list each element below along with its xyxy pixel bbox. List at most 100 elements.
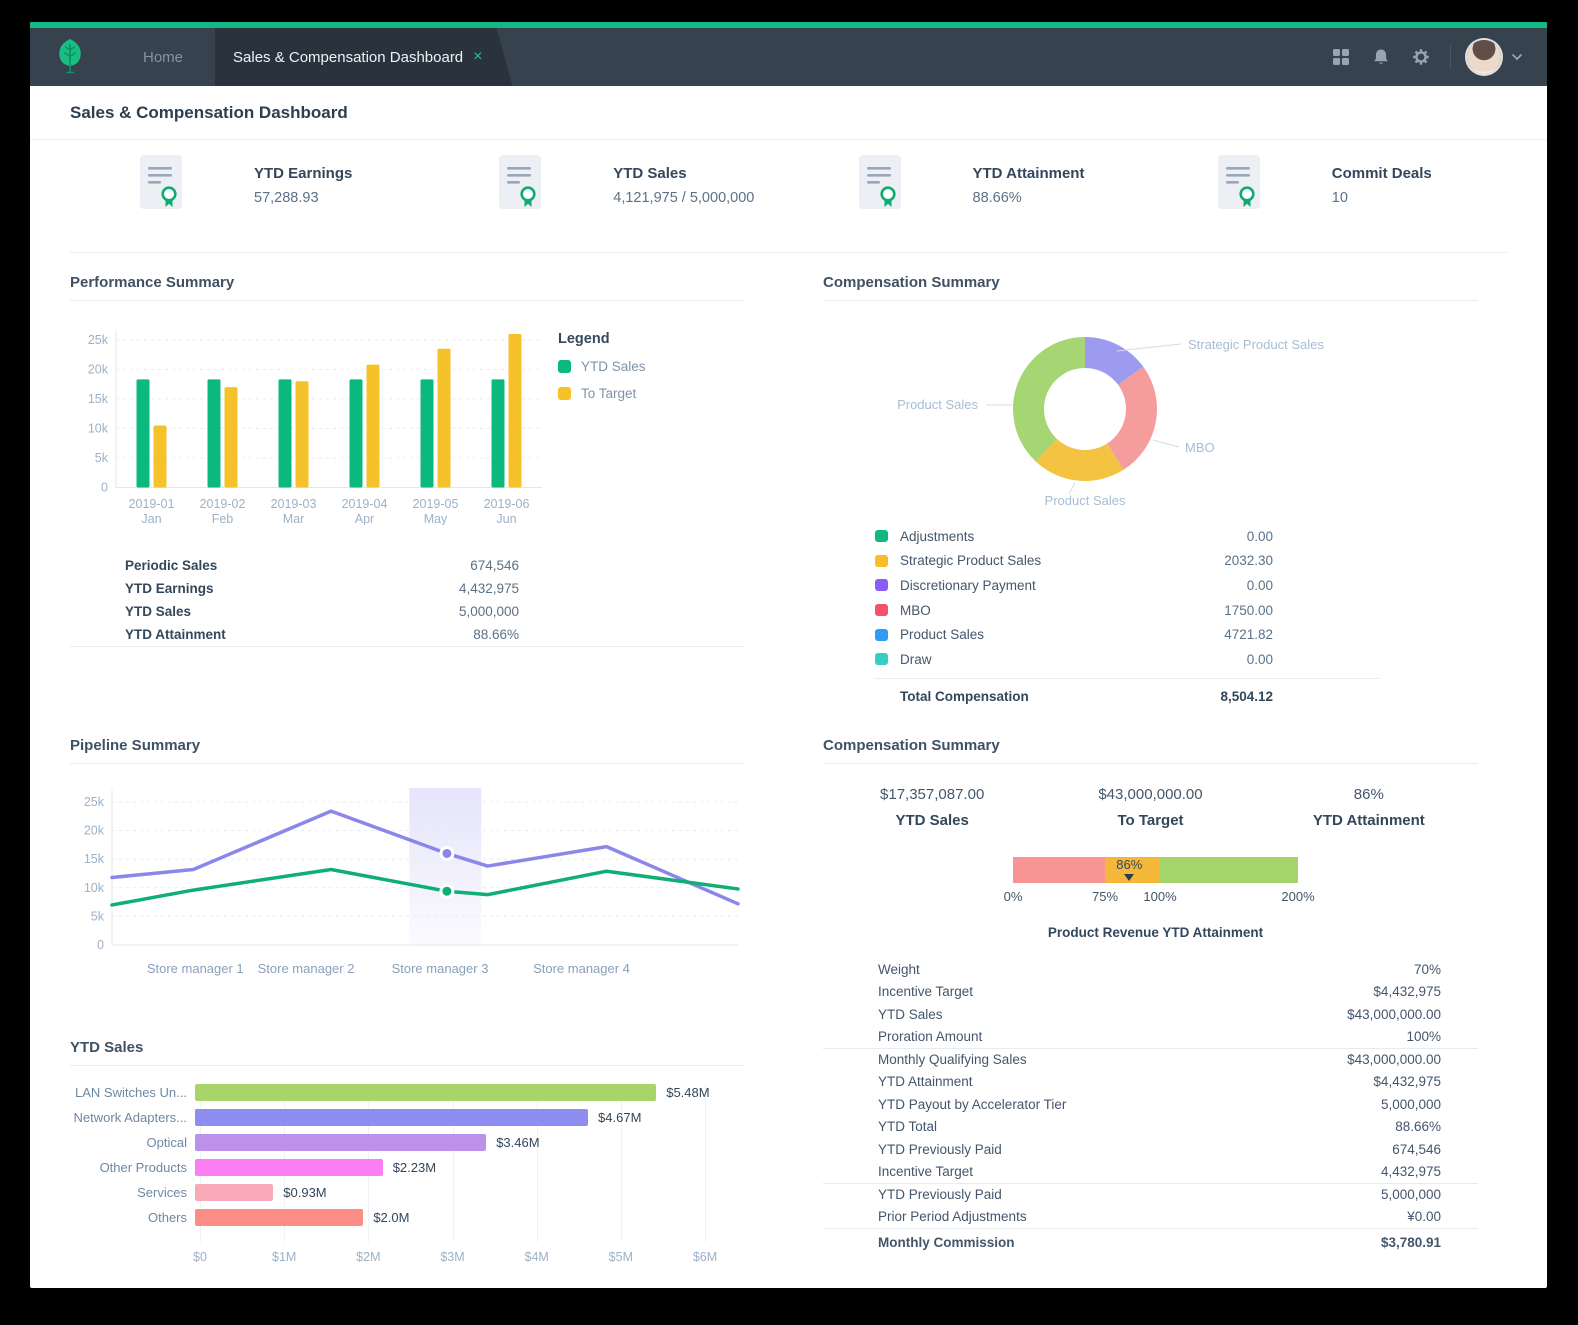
nav-tab-active[interactable]: Sales & Compensation Dashboard × bbox=[215, 28, 512, 86]
svg-text:15k: 15k bbox=[84, 852, 105, 866]
legend-item-to-target[interactable]: To Target bbox=[558, 386, 646, 401]
kpi-value: 4,121,975 / 5,000,000 bbox=[613, 190, 755, 206]
kpi-label: YTD Attainment bbox=[972, 165, 1085, 182]
svg-text:2019-02: 2019-02 bbox=[200, 497, 246, 511]
row-value: $43,000,000.00 bbox=[1347, 1052, 1441, 1067]
bar-category-label: LAN Switches Un... bbox=[75, 1085, 187, 1100]
x-axis-tick: $5M bbox=[608, 1250, 633, 1264]
bar-value-label: $4.67M bbox=[598, 1110, 642, 1125]
screen-background: Home Sales & Compensation Dashboard × Sa… bbox=[0, 0, 1578, 1325]
bar-value-label: $0.93M bbox=[283, 1185, 327, 1200]
kpi-ytd-attainment: YTD Attainment 88.66% bbox=[789, 155, 1148, 252]
section-compensation-summary-donut: Compensation Summary Strategic Product S… bbox=[823, 274, 1478, 737]
row-value: 70% bbox=[1413, 961, 1441, 977]
table-row: YTD Previously Paid 5,000,000 bbox=[823, 1183, 1478, 1206]
section-pipeline-summary: Pipeline Summary 0 5k 10k 15k 20k 25k Store ma… bbox=[70, 737, 745, 997]
gauge-segment bbox=[1160, 857, 1298, 883]
navbar-divider bbox=[1450, 45, 1451, 69]
bar-row[interactable]: Network Adapters... $4.67M bbox=[70, 1109, 745, 1126]
stat-label: YTD Attainment bbox=[1312, 812, 1425, 829]
section-ytd-sales: YTD Sales $0 $1M $2M $3M $4M $5M $6M LAN Switch… bbox=[70, 1039, 745, 1276]
legend-item-adjustments[interactable]: Adjustments 0.00 bbox=[875, 524, 1380, 549]
user-avatar[interactable] bbox=[1467, 40, 1501, 74]
svg-text:May: May bbox=[424, 512, 448, 525]
app-logo-tree-icon[interactable] bbox=[55, 37, 85, 77]
settings-gear-icon[interactable] bbox=[1412, 48, 1430, 66]
performance-bar-chart[interactable]: 0 5k 10k 15k 20k 25k 2019-01 Jan 2019-02 Feb 2019-… bbox=[70, 317, 552, 530]
bar[interactable] bbox=[195, 1184, 274, 1201]
legend-swatch bbox=[875, 653, 888, 666]
row-label: Proration Amount bbox=[823, 1025, 1249, 1049]
svg-text:25k: 25k bbox=[84, 795, 105, 809]
attainment-gauge[interactable]: 86% 0% 75% 100% 200% bbox=[1004, 857, 1315, 911]
pipeline-line-chart[interactable]: 0 5k 10k 15k 20k 25k Store manager 1 Store mana… bbox=[70, 780, 745, 997]
ytd-sales-bar-chart[interactable]: $0 $1M $2M $3M $4M $5M $6M LAN Switches Un... $5… bbox=[70, 1084, 745, 1276]
section-title: Compensation Summary bbox=[823, 737, 1478, 764]
page-title: Sales & Compensation Dashboard bbox=[70, 102, 348, 122]
legend-title: Legend bbox=[558, 331, 610, 347]
bar-row[interactable]: Other Products $2.23M bbox=[70, 1159, 745, 1176]
legend-swatch bbox=[558, 360, 571, 373]
row-label: YTD Sales bbox=[125, 604, 192, 619]
row-label: Incentive Target bbox=[878, 984, 974, 1000]
svg-text:2019-06: 2019-06 bbox=[484, 497, 530, 511]
legend-value: 0.00 bbox=[1246, 651, 1273, 667]
gauge-tick-label: 200% bbox=[1281, 889, 1315, 904]
table-row: YTD Total 88.66% bbox=[823, 1116, 1478, 1139]
bar-row[interactable]: LAN Switches Un... $5.48M bbox=[70, 1084, 745, 1101]
svg-text:Feb: Feb bbox=[212, 512, 234, 525]
table-row: Incentive Target 4,432,975 bbox=[823, 1160, 1478, 1184]
compensation-detail-table: Weight 70% Incentive Target $4,432,975 YTD… bbox=[823, 958, 1478, 1256]
row-label: YTD Previously Paid bbox=[878, 1141, 1002, 1157]
bar-value-label: $2.0M bbox=[373, 1210, 410, 1225]
bar[interactable] bbox=[195, 1134, 487, 1151]
stat-label: To Target bbox=[1117, 812, 1184, 829]
app-window: Home Sales & Compensation Dashboard × Sa… bbox=[30, 22, 1547, 1288]
donut-legend-table: Adjustments 0.00 Strategic Product Sales 2… bbox=[875, 524, 1380, 704]
apps-grid-icon[interactable] bbox=[1332, 48, 1350, 66]
svg-text:Jun: Jun bbox=[496, 512, 516, 525]
bar[interactable] bbox=[195, 1109, 589, 1126]
certificate-doc-icon bbox=[499, 155, 542, 209]
total-compensation-row: Total Compensation 8,504.12 bbox=[875, 677, 1380, 704]
svg-text:10k: 10k bbox=[84, 881, 105, 895]
kpi-ytd-earnings: YTD Earnings 57,288.93 bbox=[70, 155, 429, 252]
svg-text:MBO: MBO bbox=[1185, 440, 1215, 455]
row-value: 674,546 bbox=[1392, 1141, 1441, 1157]
x-axis-tick: $2M bbox=[356, 1250, 381, 1264]
kpi-label: YTD Sales bbox=[613, 165, 687, 182]
svg-text:Store manager 4: Store manager 4 bbox=[533, 961, 630, 976]
stat-value: 86% bbox=[1353, 786, 1384, 803]
svg-text:15k: 15k bbox=[88, 392, 109, 406]
svg-text:Store manager 2: Store manager 2 bbox=[258, 961, 355, 976]
table-row: YTD Previously Paid 674,546 bbox=[823, 1138, 1478, 1161]
x-axis-tick: $6M bbox=[692, 1250, 718, 1264]
svg-text:0: 0 bbox=[101, 481, 108, 495]
legend-item-discretionary-payment[interactable]: Discretionary Payment 0.00 bbox=[875, 573, 1380, 598]
kpi-row: YTD Earnings 57,288.93 YTD Sales 4,121,9… bbox=[70, 155, 1507, 253]
bar-row[interactable]: Optical $3.46M bbox=[70, 1134, 745, 1151]
bar[interactable] bbox=[195, 1209, 364, 1226]
legend-label: YTD Sales bbox=[581, 359, 646, 374]
notifications-bell-icon[interactable] bbox=[1372, 48, 1390, 66]
tab-close-icon[interactable]: × bbox=[473, 48, 482, 66]
compensation-donut-chart[interactable]: Strategic Product Sales MBO Product Sales P… bbox=[823, 313, 1478, 516]
table-row: YTD Earnings 4,432,975 bbox=[70, 577, 745, 600]
legend-item-draw[interactable]: Draw 0.00 bbox=[875, 647, 1380, 672]
nav-tab-home[interactable]: Home bbox=[123, 49, 203, 66]
legend-item-mbo[interactable]: MBO 1750.00 bbox=[875, 598, 1380, 623]
legend-item-ytd-sales[interactable]: YTD Sales bbox=[558, 359, 646, 374]
chevron-down-icon[interactable] bbox=[1511, 53, 1523, 61]
bar[interactable] bbox=[195, 1084, 657, 1101]
row-label: Weight bbox=[878, 961, 920, 977]
legend-label: Draw bbox=[900, 651, 932, 667]
x-axis-tick: $4M bbox=[524, 1250, 549, 1264]
bar-row[interactable]: Services $0.93M bbox=[70, 1184, 745, 1201]
bar-row[interactable]: Others $2.0M bbox=[70, 1209, 745, 1226]
bar-category-label: Services bbox=[137, 1185, 187, 1200]
legend-item-strategic-product-sales[interactable]: Strategic Product Sales 2032.30 bbox=[875, 549, 1380, 574]
legend-item-product-sales[interactable]: Product Sales 4721.82 bbox=[875, 622, 1380, 647]
bar[interactable] bbox=[195, 1159, 383, 1176]
row-label: YTD Attainment bbox=[878, 1074, 973, 1090]
table-row: YTD Sales 5,000,000 bbox=[70, 600, 745, 623]
